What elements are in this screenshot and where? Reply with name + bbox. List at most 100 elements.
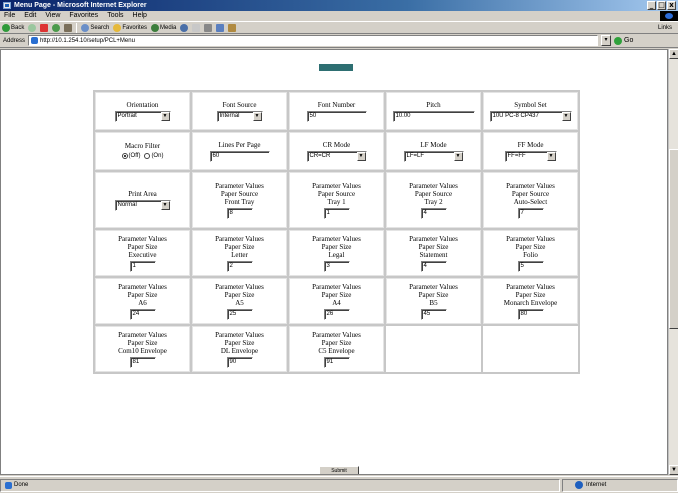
- links-label[interactable]: Links: [658, 22, 672, 34]
- stop-button[interactable]: [40, 23, 49, 32]
- scroll-up-button[interactable]: ▲: [669, 49, 678, 59]
- favorites-button[interactable]: Favorites: [113, 22, 147, 34]
- print-area-value: Normal: [117, 202, 137, 208]
- menu-edit[interactable]: Edit: [24, 11, 36, 21]
- macro-filter-on-label: (On): [151, 153, 164, 159]
- b5-label: B5: [429, 298, 438, 307]
- dropdown-arrow-icon: ▼: [546, 151, 556, 161]
- dl-envelope-input[interactable]: 90: [226, 356, 253, 368]
- empty-cell: [386, 326, 481, 372]
- back-button[interactable]: Back: [2, 22, 24, 34]
- paper-size-a5-cell: Parameter Values Paper Size A5 25: [192, 278, 287, 324]
- status-text-area: Done: [0, 478, 560, 492]
- page-content: Orientation Portrait ▼ Font Source Inter…: [0, 49, 668, 475]
- folio-input[interactable]: 5: [517, 260, 544, 272]
- forward-button[interactable]: [28, 23, 37, 32]
- cr-mode-select[interactable]: CR=CR ▼: [306, 150, 367, 162]
- paper-source-label: Paper Source: [511, 189, 550, 198]
- monarch-envelope-input[interactable]: 80: [517, 308, 544, 320]
- address-dropdown-button[interactable]: ▾: [601, 35, 612, 46]
- go-button[interactable]: Go: [614, 36, 634, 45]
- page-status-icon: [5, 481, 12, 489]
- mail-button[interactable]: [192, 23, 201, 32]
- print-button[interactable]: [204, 23, 213, 32]
- radio-unselected-icon: [144, 153, 151, 159]
- history-button[interactable]: [180, 23, 189, 32]
- macro-filter-on-radio[interactable]: (On): [144, 152, 163, 160]
- cr-mode-label: CR Mode: [322, 140, 351, 149]
- go-label: Go: [624, 37, 634, 44]
- lines-per-page-cell: Lines Per Page 60: [192, 132, 287, 170]
- a4-input[interactable]: 26: [323, 308, 350, 320]
- top-image-strip: [319, 64, 353, 71]
- paper-size-statement-cell: Parameter Values Paper Size Statement 4: [386, 230, 481, 276]
- auto-select-input[interactable]: 7: [517, 207, 544, 219]
- window-controls: _ □ x: [647, 1, 676, 10]
- com10-envelope-input[interactable]: 81: [129, 356, 156, 368]
- paper-source-label: Paper Source: [220, 189, 259, 198]
- maximize-button[interactable]: □: [657, 1, 666, 10]
- menu-favorites[interactable]: Favorites: [69, 11, 98, 21]
- vertical-scrollbar[interactable]: ▲ ▼: [668, 49, 678, 475]
- pitch-cell: Pitch 10.00: [386, 92, 481, 130]
- symbol-set-select[interactable]: 10U PC-8 CP437 ▼: [489, 110, 572, 122]
- orientation-select[interactable]: Portrait ▼: [114, 110, 171, 122]
- menu-tools[interactable]: Tools: [107, 11, 123, 21]
- symbol-set-cell: Symbol Set 10U PC-8 CP437 ▼: [483, 92, 578, 130]
- close-button[interactable]: x: [667, 1, 676, 10]
- dropdown-arrow-icon: ▼: [356, 151, 366, 161]
- legal-input[interactable]: 3: [323, 260, 350, 272]
- minimize-button[interactable]: _: [647, 1, 656, 10]
- lf-mode-select[interactable]: LF=LF ▼: [403, 150, 464, 162]
- tray1-input[interactable]: 1: [323, 207, 350, 219]
- menu-file[interactable]: File: [4, 11, 15, 21]
- address-input[interactable]: http://10.1.254.10/setup/PCL+Menu: [28, 35, 599, 46]
- favorites-label: Favorites: [122, 24, 148, 31]
- a6-input[interactable]: 24: [129, 308, 156, 320]
- refresh-button[interactable]: [52, 23, 61, 32]
- submit-button[interactable]: Submit: [319, 466, 359, 474]
- media-button[interactable]: Media: [151, 22, 176, 34]
- parameter-values-label: Parameter Values: [215, 282, 264, 291]
- b5-input[interactable]: 45: [420, 308, 447, 320]
- statement-input[interactable]: 4: [420, 260, 447, 272]
- pitch-input[interactable]: 10.00: [392, 110, 475, 122]
- lf-mode-cell: LF Mode LF=LF ▼: [386, 132, 481, 170]
- search-button[interactable]: Search: [81, 22, 109, 34]
- paper-source-auto-cell: Parameter Values Paper Source Auto-Selec…: [483, 172, 578, 228]
- lines-per-page-input[interactable]: 60: [209, 150, 270, 162]
- tray2-input[interactable]: 4: [420, 207, 447, 219]
- c5-envelope-input[interactable]: 91: [323, 356, 350, 368]
- macro-filter-off-radio[interactable]: (Off): [121, 152, 140, 160]
- paper-size-executive-cell: Parameter Values Paper Size Executive 1: [95, 230, 190, 276]
- com10-envelope-label: Com10 Envelope: [118, 346, 167, 355]
- discuss-button[interactable]: [228, 23, 237, 32]
- globe-icon: [575, 481, 583, 489]
- home-button[interactable]: [64, 23, 73, 32]
- ff-mode-select[interactable]: FF=FF ▼: [504, 150, 557, 162]
- letter-label: Letter: [231, 250, 248, 259]
- pcl-settings-table: Orientation Portrait ▼ Font Source Inter…: [93, 90, 580, 374]
- menu-view[interactable]: View: [45, 11, 60, 21]
- letter-input[interactable]: 2: [226, 260, 253, 272]
- scroll-down-button[interactable]: ▼: [669, 465, 678, 475]
- a4-label: A4: [332, 298, 341, 307]
- stop-icon: [40, 23, 49, 32]
- parameter-values-label: Parameter Values: [409, 282, 458, 291]
- front-tray-input[interactable]: 8: [226, 207, 253, 219]
- ff-mode-label: FF Mode: [517, 140, 544, 149]
- scroll-thumb[interactable]: [669, 149, 678, 329]
- edit-button[interactable]: [216, 23, 225, 32]
- menu-help[interactable]: Help: [133, 11, 147, 21]
- font-number-input[interactable]: 50: [306, 110, 367, 122]
- status-text: Done: [14, 482, 29, 488]
- paper-size-label: Paper Size: [127, 242, 158, 251]
- font-source-select[interactable]: Internal ▼: [216, 110, 263, 122]
- print-area-select[interactable]: Normal ▼: [114, 199, 171, 211]
- executive-input[interactable]: 1: [129, 260, 156, 272]
- paper-size-label: Paper Size: [224, 242, 255, 251]
- a5-input[interactable]: 25: [226, 308, 253, 320]
- front-tray-label: Front Tray: [224, 197, 255, 206]
- macro-filter-radios: (Off) (On): [97, 152, 188, 160]
- paper-source-front-tray-cell: Parameter Values Paper Source Front Tray…: [192, 172, 287, 228]
